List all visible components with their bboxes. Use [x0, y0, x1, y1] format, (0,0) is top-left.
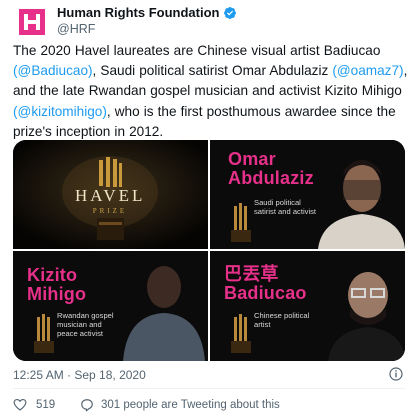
people-tweeting-link[interactable]: 301 people are Tweeting about this — [101, 399, 280, 411]
media-tile-omar-abdulaziz[interactable]: Omar Abdulaziz Saudi political satirist … — [210, 140, 405, 249]
media-tile-kizito-mihigo[interactable]: Kizito Mihigo Rwandan gospel musician an… — [13, 251, 208, 361]
laureate-name-line2: Abdulaziz — [228, 168, 314, 188]
mention-link[interactable]: (@Badiucao) — [13, 63, 93, 78]
laureate-desc-line3: peace activist — [57, 329, 104, 338]
tweet-text-segment: The 2020 Havel laureates are Chinese vis… — [13, 43, 381, 58]
heart-icon[interactable] — [13, 398, 27, 411]
laureate-desc-line2: artist — [254, 320, 271, 329]
hrf-logo-icon[interactable] — [13, 3, 51, 41]
laureate-name-line1: Omar — [228, 149, 276, 169]
info-icon[interactable] — [388, 366, 404, 382]
like-count[interactable]: 519 — [36, 399, 55, 411]
laureate-desc-line1: Saudi political — [254, 198, 301, 207]
laureate-desc-line2: satirist and activist — [254, 207, 317, 216]
media-tile-havel-prize[interactable]: HAVEL PRIZE — [13, 140, 208, 249]
laureate-name-line1: 巴丟草 — [224, 264, 279, 284]
tweet-timestamp[interactable]: 12:25 AM · Sep 18, 2020 — [13, 368, 146, 382]
account-name[interactable]: Human Rights Foundation — [57, 5, 237, 20]
divider — [13, 388, 405, 389]
account-handle[interactable]: @HRF — [57, 22, 95, 36]
laureate-desc-line2: musician and — [57, 320, 102, 329]
account-name-text[interactable]: Human Rights Foundation — [57, 5, 219, 20]
laureate-desc-line1: Rwandan gospel — [57, 311, 114, 320]
mention-link[interactable]: (@kizitomihigo) — [13, 104, 107, 119]
mention-link[interactable]: (@oamaz7) — [332, 63, 403, 78]
media-grid[interactable]: HAVEL PRIZE Omar Abdulaziz Saudi politic… — [13, 140, 405, 361]
verified-badge-icon — [224, 6, 237, 19]
laureate-name-line2: Mihigo — [27, 284, 87, 304]
laureate-desc-line1: Chinese political — [254, 311, 310, 320]
laureate-name-line1: Kizito — [27, 265, 78, 285]
havel-prize-title: HAVEL — [75, 186, 146, 205]
tweet-card: Human Rights Foundation @HRF The 2020 Ha… — [0, 0, 418, 417]
havel-prize-subtitle: PRIZE — [92, 207, 128, 215]
tweet-text-segment: , Saudi political satirist Omar Abdulazi… — [92, 63, 333, 79]
media-tile-badiucao[interactable]: 巴丟草 Badiucao Chinese political artist — [210, 251, 405, 361]
tweet-text: The 2020 Havel laureates are Chinese vis… — [13, 41, 408, 142]
laureate-name-line2: Badiucao — [224, 283, 307, 303]
reply-bubble-icon[interactable] — [80, 398, 94, 412]
